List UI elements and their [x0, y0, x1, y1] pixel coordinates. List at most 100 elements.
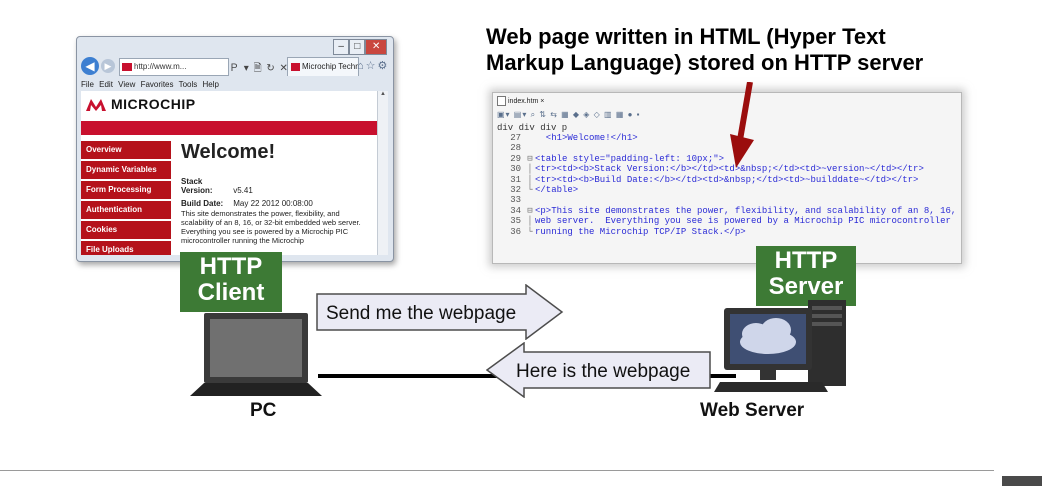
code-text: <p>This site demonstrates the power, fle… [535, 205, 957, 216]
menu-tools[interactable]: Tools [179, 80, 198, 89]
line-number: 29 [510, 153, 521, 164]
home-star-gear-icons[interactable]: ⌂☆⚙ [357, 59, 389, 72]
line-number: 35 [510, 216, 521, 227]
http-client-line1: HTTP [199, 253, 263, 280]
browser-menubar: File Edit View Favorites Tools Help [81, 80, 219, 89]
page-content: MICROCHIP Overview Dynamic Variables For… [81, 91, 377, 255]
line-number: 30 [510, 164, 521, 175]
response-message: Here is the webpage [516, 361, 690, 382]
editor-tab-label: index.htm × [508, 98, 545, 105]
pc-label: PC [250, 400, 277, 421]
address-controls[interactable]: Ｐ ▾ 🗎 ↻ ✕ [229, 59, 289, 78]
menu-edit[interactable]: Edit [99, 80, 113, 89]
sidebar-item-cookies[interactable]: Cookies [81, 221, 171, 239]
code-line: 31 │ <tr><td><b>Build Date:</b></td><td>&n… [497, 175, 959, 185]
code-text: web server. Everything you see is powere… [535, 216, 951, 227]
code-text: <h1>Welcome!</h1> [535, 133, 638, 143]
divider-line [0, 470, 994, 471]
home-icon[interactable]: ⌂ [357, 60, 366, 72]
line-number: 34 [510, 205, 521, 216]
window-controls: – □ ✕ [333, 39, 387, 55]
fold-marker: ⊟ [527, 153, 533, 164]
line-number: 27 [510, 133, 521, 143]
logo-text: MICROCHIP [111, 96, 196, 112]
microchip-logo: MICROCHIP [85, 93, 196, 115]
tab-title: Microchip Technolo... × [302, 62, 359, 71]
browser-tab[interactable]: Microchip Technolo... × [287, 57, 359, 76]
welcome-heading: Welcome! [181, 141, 276, 163]
down-arrow-icon [730, 82, 754, 168]
code-text: running the Microchip TCP/IP Stack.</p> [535, 226, 746, 237]
code-title: Web page written in HTML (Hyper Text Mar… [486, 24, 923, 76]
stack-info: Stack Version: v5.41 Build Date: May 22 … [181, 177, 313, 208]
request-message: Send me the webpage [326, 303, 516, 324]
fold-marker: └ [527, 226, 533, 237]
menu-file[interactable]: File [81, 80, 94, 89]
line-number: 28 [510, 143, 521, 154]
build-date-value: May 22 2012 00:08:00 [233, 199, 313, 208]
editor-toolbar[interactable]: ▣▾ ▤▾ ⌕ ⇅ ⇆ ▦ ◆ ◈ ◇ ▥ ▦ ● ▪ [497, 109, 641, 121]
http-server-line1: HTTP [774, 247, 838, 274]
scroll-up-icon[interactable]: ▲ [378, 91, 388, 97]
server-icon [714, 300, 846, 392]
sidebar-item-overview[interactable]: Overview [81, 141, 171, 159]
code-title-line2: Markup Language) stored on HTTP server [486, 50, 924, 75]
web-server-label: Web Server [700, 400, 805, 421]
editor-breadcrumb: div div div p [497, 123, 568, 133]
microchip-logo-icon [86, 99, 106, 111]
star-icon[interactable]: ☆ [366, 60, 378, 72]
code-title-line1: Web page written in HTML (Hyper Text [486, 24, 886, 49]
header-red-bar [81, 121, 377, 135]
code-line: 34 ⊟ <p>This site demonstrates the power, … [497, 206, 959, 216]
address-bar[interactable]: http://www.m... [119, 58, 229, 76]
code-line: 32 └ </table> [497, 185, 959, 195]
line-number: 31 [510, 174, 521, 185]
tab-favicon-icon [291, 62, 300, 71]
site-description: This site demonstrates the power, flexib… [181, 209, 361, 245]
code-editor: index.htm × ▣▾ ▤▾ ⌕ ⇅ ⇆ ▦ ◆ ◈ ◇ ▥ ▦ ● ▪ … [492, 92, 962, 264]
sidebar-nav: Overview Dynamic Variables Form Processi… [81, 141, 171, 255]
sidebar-item-dynamic-variables[interactable]: Dynamic Variables [81, 161, 171, 179]
gear-icon[interactable]: ⚙ [378, 60, 390, 72]
back-arrow-icon[interactable]: ◀ [81, 57, 99, 75]
code-text: <table style="padding-left: 10px;"> [535, 153, 725, 164]
corner-block [1002, 476, 1042, 486]
http-client-line2: Client [197, 279, 265, 306]
maximize-icon[interactable]: □ [349, 39, 366, 55]
line-number: 33 [510, 195, 521, 206]
fold-marker: ⊟ [527, 205, 533, 216]
forward-arrow-icon[interactable]: ▶ [101, 59, 115, 73]
menu-favorites[interactable]: Favorites [141, 80, 174, 89]
code-text: </table> [535, 184, 579, 195]
build-date-label: Build Date: [181, 199, 224, 208]
minimize-icon[interactable]: – [333, 39, 350, 55]
code-line: 35 │ web server. Everything you see is pow… [497, 216, 959, 226]
code-text: <tr><td><b>Build Date:</b></td><td>&nbsp… [535, 174, 919, 185]
browser-navbar: ◀ ▶ http://www.m... Ｐ ▾ 🗎 ↻ ✕ Microchip … [81, 57, 387, 77]
laptop-icon [190, 313, 322, 396]
menu-help[interactable]: Help [203, 80, 219, 89]
request-arrow: Send me the webpage [316, 284, 564, 340]
sidebar-item-form-processing[interactable]: Form Processing [81, 181, 171, 199]
http-client-label: HTTP Client [180, 252, 282, 312]
fold-marker [525, 133, 535, 143]
stack-version-label: Stack Version: [181, 177, 213, 195]
http-server-label: HTTP Server [756, 246, 856, 306]
line-number: 36 [510, 226, 521, 237]
sidebar-item-authentication[interactable]: Authentication [81, 201, 171, 219]
menu-view[interactable]: View [118, 80, 135, 89]
stack-version-value: v5.41 [233, 186, 253, 195]
fold-marker [525, 195, 535, 205]
file-icon [497, 96, 506, 107]
sidebar-item-file-uploads[interactable]: File Uploads [81, 241, 171, 255]
fold-marker [525, 143, 535, 153]
editor-tab[interactable]: index.htm × [497, 96, 544, 108]
vertical-scrollbar[interactable]: ▲ [377, 91, 388, 255]
browser-window: – □ ✕ ◀ ▶ http://www.m... Ｐ ▾ 🗎 ↻ ✕ Micr… [76, 36, 394, 262]
close-icon[interactable]: ✕ [365, 39, 387, 55]
line-number: 32 [510, 184, 521, 195]
code-line: 36 └ running the Microchip TCP/IP Stack.</… [497, 227, 959, 237]
fold-marker: │ [527, 164, 533, 175]
fold-marker: │ [527, 174, 533, 185]
fold-marker: │ [527, 216, 533, 227]
